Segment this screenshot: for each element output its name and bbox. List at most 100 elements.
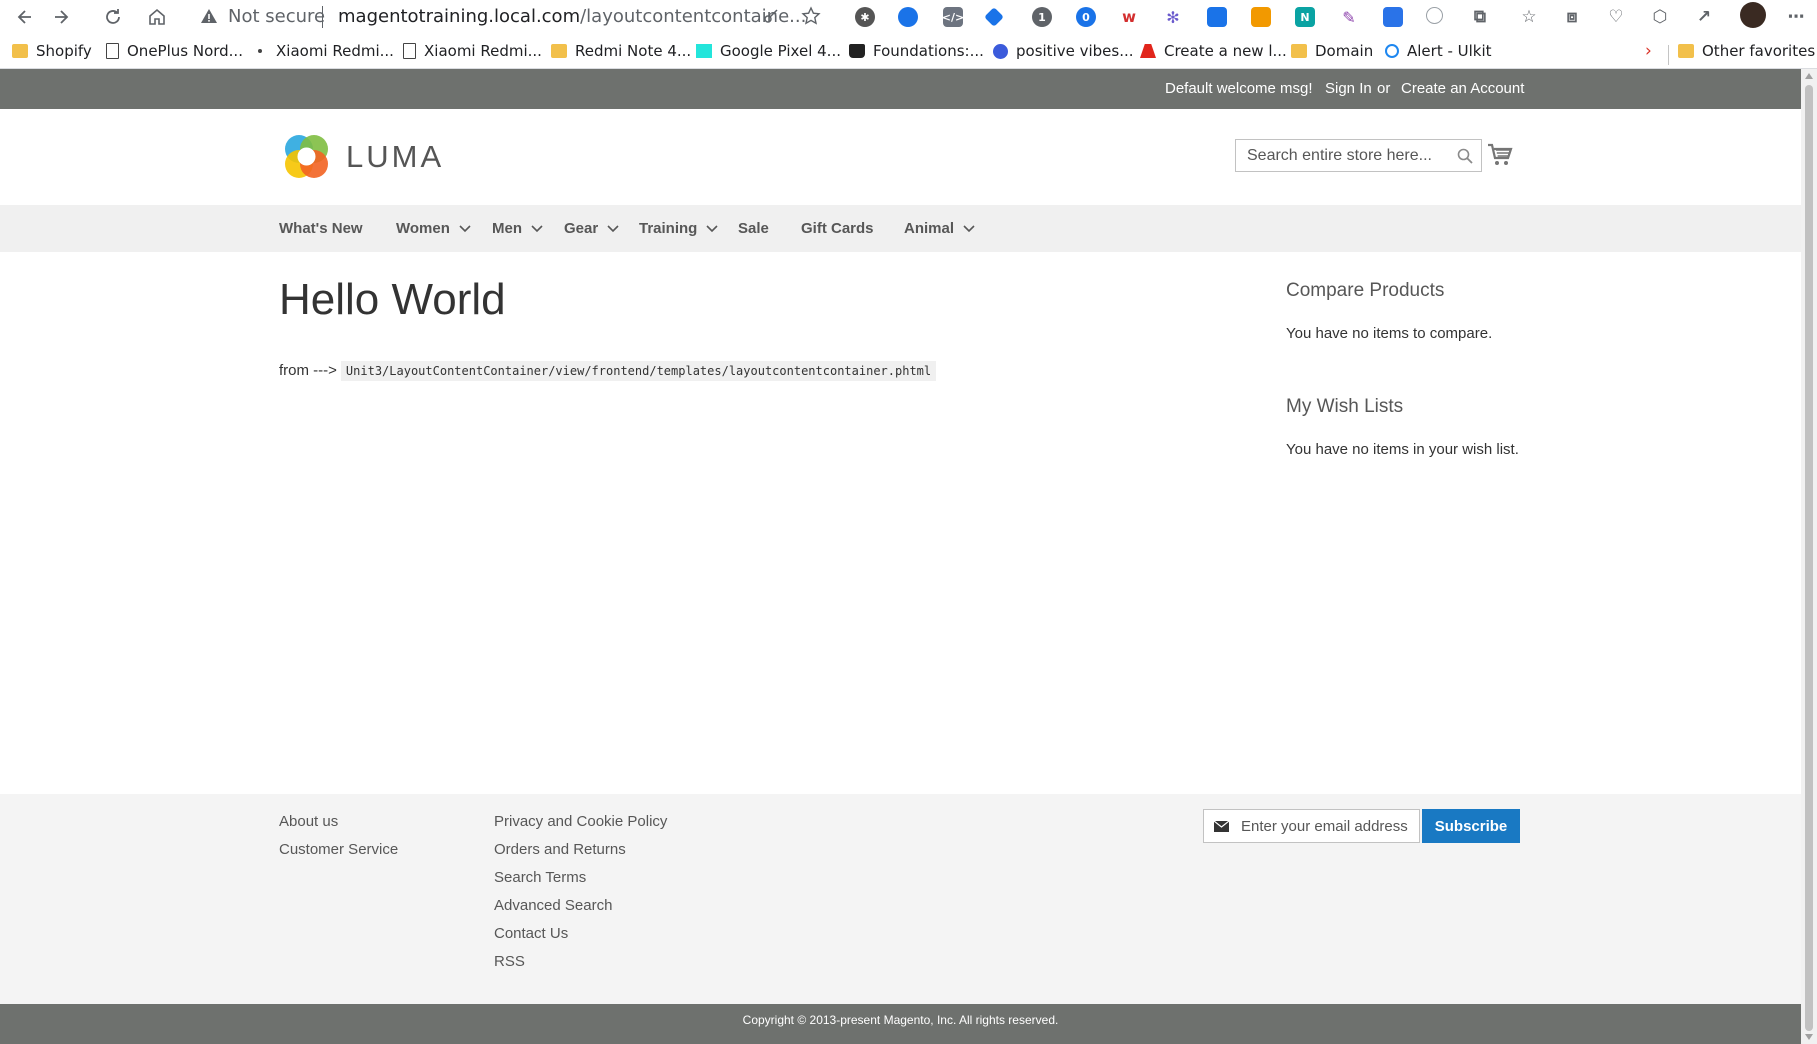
compare-empty-text: You have no items to compare. bbox=[1286, 325, 1493, 342]
warning-icon bbox=[201, 9, 217, 23]
nav-label: Sale bbox=[738, 220, 769, 237]
bookmark-item[interactable]: Shopify bbox=[12, 40, 92, 62]
copyright-text: Copyright © 2013-present Magento, Inc. A… bbox=[0, 1004, 1801, 1044]
scrollbar-thumb[interactable] bbox=[1805, 85, 1813, 1031]
bookmark-item[interactable]: Google Pixel 4... bbox=[696, 40, 841, 62]
back-button[interactable] bbox=[12, 4, 38, 30]
olx-icon bbox=[696, 44, 712, 58]
extension-w-icon[interactable]: w bbox=[1119, 7, 1139, 27]
logo-text[interactable]: LUMA bbox=[346, 139, 444, 175]
back-arrow-icon bbox=[17, 10, 31, 24]
nav-item-men[interactable]: Men bbox=[492, 220, 543, 237]
scroll-down-arrow-icon[interactable] bbox=[1805, 1034, 1813, 1040]
bookmark-label: Google Pixel 4... bbox=[720, 42, 841, 60]
bookmark-label: Shopify bbox=[36, 42, 92, 60]
home-button[interactable] bbox=[144, 4, 170, 30]
nav-item-gift-cards[interactable]: Gift Cards bbox=[801, 220, 874, 237]
extension-badge-red-icon[interactable]: 1 bbox=[1032, 7, 1052, 27]
page-footer: About us Customer Service Privacy and Co… bbox=[0, 794, 1801, 1004]
bookmarks-bar: Shopify OnePlus Nord... Xiaomi Redmi... … bbox=[0, 33, 1817, 69]
cart-icon[interactable] bbox=[1487, 143, 1513, 167]
bookmark-item[interactable]: positive vibes... bbox=[993, 40, 1134, 62]
create-account-link[interactable]: Create an Account bbox=[1401, 80, 1524, 97]
uikit-icon bbox=[1385, 44, 1399, 58]
wishlist-title: My Wish Lists bbox=[1286, 396, 1404, 417]
footer-link-advanced-search[interactable]: Advanced Search bbox=[494, 897, 612, 914]
extension-window-icon[interactable] bbox=[1207, 7, 1227, 27]
nav-label: Animal bbox=[904, 220, 955, 237]
extension-translate-icon[interactable] bbox=[1383, 7, 1403, 27]
bookmark-item[interactable]: Create a new l... bbox=[1140, 40, 1287, 62]
extensions-puzzle-icon[interactable]: ⧉ bbox=[1470, 7, 1490, 27]
chevron-down-icon bbox=[459, 224, 471, 232]
subscribe-button[interactable]: Subscribe bbox=[1422, 809, 1520, 843]
bookmark-label: positive vibes... bbox=[1016, 42, 1134, 60]
footer-link-search-terms[interactable]: Search Terms bbox=[494, 869, 586, 886]
performance-icon[interactable]: ♡ bbox=[1606, 7, 1626, 27]
key-icon[interactable] bbox=[762, 7, 780, 25]
scroll-up-arrow-icon[interactable] bbox=[1805, 73, 1813, 79]
bookmark-item[interactable]: Domain bbox=[1291, 40, 1373, 62]
more-menu-icon[interactable]: ⋯ bbox=[1786, 7, 1806, 27]
nav-item-whats-new[interactable]: What's New bbox=[279, 220, 363, 237]
extension-n-icon[interactable]: N bbox=[1295, 7, 1315, 27]
extension-gear-icon[interactable]: ✱ bbox=[855, 7, 875, 27]
bookmark-label: Domain bbox=[1315, 42, 1374, 60]
browser-essentials-icon[interactable]: ⬡ bbox=[1650, 7, 1670, 27]
share-icon[interactable]: ↗ bbox=[1694, 7, 1714, 27]
footer-link-contact-us[interactable]: Contact Us bbox=[494, 925, 568, 942]
nav-label: Training bbox=[639, 220, 698, 237]
extension-color-icon[interactable] bbox=[1251, 7, 1271, 27]
url-text[interactable]: magentotraining.local.com/layoutcontentc… bbox=[338, 6, 806, 27]
favorites-icon[interactable]: ☆ bbox=[1519, 7, 1539, 27]
newsletter-email-input[interactable] bbox=[1239, 817, 1413, 836]
nav-item-women[interactable]: Women bbox=[396, 220, 471, 237]
footer-link-orders-returns[interactable]: Orders and Returns bbox=[494, 841, 626, 858]
nav-item-animal[interactable]: Animal bbox=[904, 220, 975, 237]
extension-snowflake-icon[interactable]: ✻ bbox=[1163, 7, 1183, 27]
bookmark-label: Xiaomi Redmi... bbox=[276, 42, 394, 60]
extension-blue-icon[interactable] bbox=[898, 7, 918, 27]
other-favorites[interactable]: Other favorites bbox=[1678, 40, 1815, 62]
search-input[interactable] bbox=[1245, 146, 1449, 166]
forward-button[interactable] bbox=[48, 4, 74, 30]
nav-item-sale[interactable]: Sale bbox=[738, 220, 769, 237]
main-navigation: What's New Women Men Gear Training Sale … bbox=[0, 205, 1801, 252]
chevron-down-icon bbox=[531, 224, 543, 232]
bookmarks-overflow-chevron-icon[interactable]: › bbox=[1645, 40, 1652, 62]
extension-tag-icon[interactable] bbox=[984, 7, 1004, 27]
template-source: from ---> Unit3/LayoutContentContainer/vi… bbox=[279, 361, 937, 381]
footer-link-privacy[interactable]: Privacy and Cookie Policy bbox=[494, 813, 667, 830]
extension-code-icon[interactable]: </> bbox=[942, 7, 964, 27]
bookmark-item[interactable]: Foundations:... bbox=[849, 40, 984, 62]
nav-item-gear[interactable]: Gear bbox=[564, 220, 619, 237]
extension-badge-green-icon[interactable]: 0 bbox=[1076, 7, 1096, 27]
welcome-message: Default welcome msg! bbox=[1165, 80, 1313, 97]
extension-globe-icon[interactable] bbox=[1426, 7, 1443, 24]
bookmark-item[interactable]: Xiaomi Redmi... bbox=[258, 40, 394, 62]
star-icon[interactable] bbox=[801, 6, 821, 26]
browser-toolbar: Not secure magentotraining.local.com/lay… bbox=[0, 0, 1817, 33]
bookmark-item[interactable]: Alert - Ulkit bbox=[1385, 40, 1492, 62]
footer-link-customer-service[interactable]: Customer Service bbox=[279, 841, 398, 858]
security-label[interactable]: Not secure bbox=[228, 6, 325, 27]
footer-link-rss[interactable]: RSS bbox=[494, 953, 525, 970]
profile-avatar[interactable] bbox=[1740, 2, 1766, 28]
forward-arrow-icon bbox=[55, 10, 69, 24]
page-icon bbox=[106, 43, 119, 59]
collections-icon[interactable]: ⧈ bbox=[1562, 7, 1582, 27]
extension-pen-icon[interactable]: ✎ bbox=[1339, 7, 1359, 27]
template-path: Unit3/LayoutContentContainer/view/fronte… bbox=[340, 361, 937, 381]
bookmark-item[interactable]: OnePlus Nord... bbox=[106, 40, 243, 62]
search-box bbox=[1235, 139, 1482, 172]
page-title: Hello World bbox=[279, 275, 506, 324]
reload-button[interactable] bbox=[100, 4, 126, 30]
page-scrollbar[interactable] bbox=[1801, 69, 1817, 1044]
bookmark-item[interactable]: Redmi Note 4... bbox=[551, 40, 691, 62]
footer-link-about-us[interactable]: About us bbox=[279, 813, 338, 830]
search-icon[interactable] bbox=[1457, 148, 1473, 164]
bookmark-item[interactable]: Xiaomi Redmi... bbox=[403, 40, 542, 62]
nav-item-training[interactable]: Training bbox=[639, 220, 718, 237]
url-host: magentotraining.local.com bbox=[338, 6, 581, 27]
sign-in-link[interactable]: Sign In bbox=[1325, 80, 1372, 97]
